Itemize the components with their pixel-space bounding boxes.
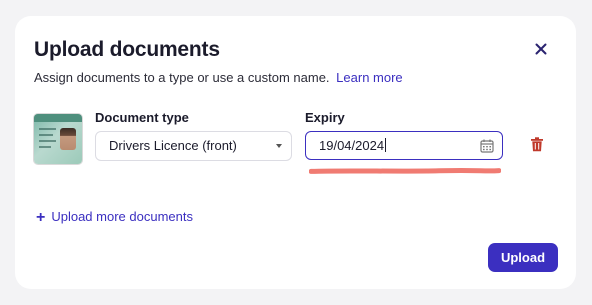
modal-title: Upload documents: [34, 38, 220, 61]
annotation-underline: [309, 168, 501, 174]
upload-documents-modal: Upload documents Assign documents to a t…: [15, 16, 576, 289]
learn-more-link[interactable]: Learn more: [336, 70, 402, 85]
thumbnail-line: [39, 146, 51, 148]
thumbnail-line: [39, 134, 53, 136]
upload-more-label: Upload more documents: [51, 209, 193, 224]
thumbnail-line: [39, 140, 56, 142]
thumbnail-photo: [60, 128, 76, 150]
trash-icon[interactable]: [530, 137, 544, 152]
thumbnail-header: [34, 114, 82, 122]
document-type-select[interactable]: Drivers Licence (front): [95, 131, 292, 161]
close-icon[interactable]: [532, 40, 550, 58]
upload-more-documents-link[interactable]: + Upload more documents: [36, 209, 193, 227]
expiry-date-value: 19/04/2024: [319, 138, 385, 153]
calendar-icon[interactable]: [480, 139, 494, 153]
upload-button[interactable]: Upload: [488, 243, 558, 272]
thumbnail-line: [39, 128, 56, 130]
expiry-label: Expiry: [305, 110, 345, 125]
modal-subtitle: Assign documents to a type or use a cust…: [34, 70, 403, 85]
text-cursor: [385, 138, 387, 152]
plus-icon: +: [36, 209, 46, 226]
document-type-value: Drivers Licence (front): [109, 138, 237, 153]
document-type-label: Document type: [95, 110, 189, 125]
document-thumbnail: [34, 114, 82, 164]
expiry-date-input[interactable]: 19/04/2024: [305, 131, 503, 160]
subtitle-text: Assign documents to a type or use a cust…: [34, 70, 330, 85]
chevron-down-icon: [276, 144, 282, 148]
